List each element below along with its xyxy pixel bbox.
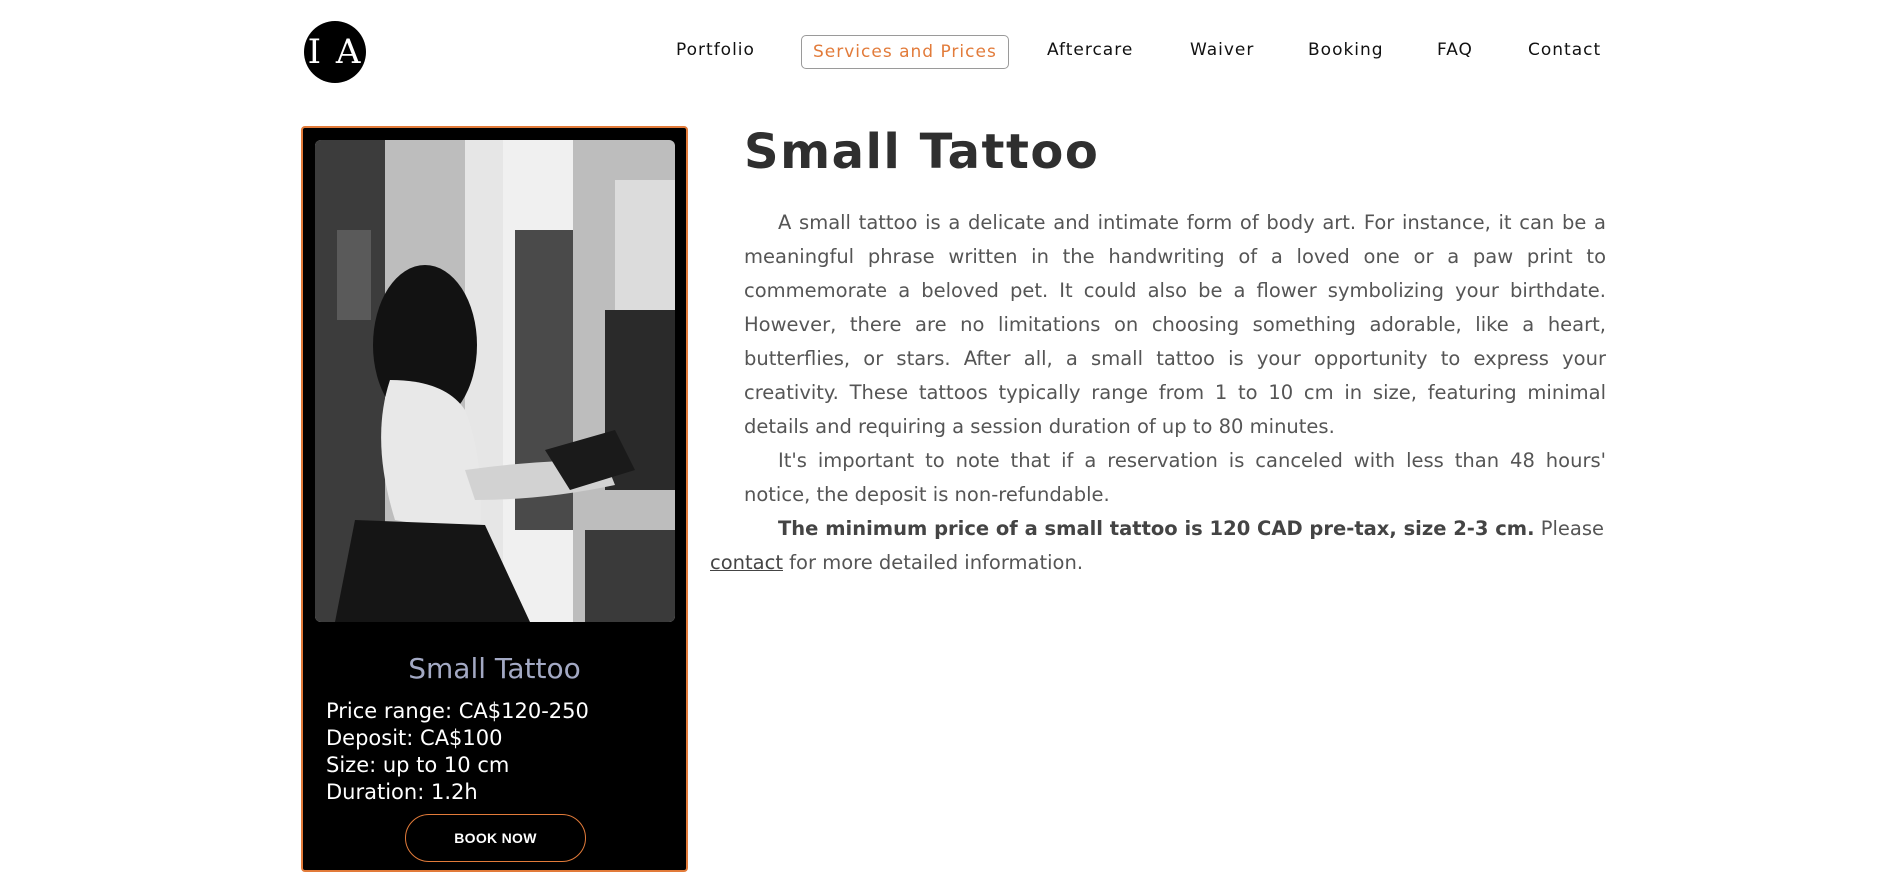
tattoo-artist-photo [315, 140, 675, 622]
pricing-paragraph: The minimum price of a small tattoo is 1… [710, 512, 1606, 580]
nav-faq[interactable]: FAQ [1437, 35, 1473, 65]
more-info-text: for more detailed information. [782, 551, 1084, 574]
nav-contact[interactable]: Contact [1528, 35, 1601, 65]
service-card: Small Tattoo Price range: CA$120-250 Dep… [301, 126, 688, 872]
size: Size: up to 10 cm [326, 753, 510, 777]
service-description: A small tattoo is a delicate and intimat… [710, 206, 1606, 580]
contact-link[interactable]: contact [710, 551, 783, 574]
card-details: Price range: CA$120-250 Deposit: CA$100 … [326, 698, 589, 806]
page-title: Small Tattoo [744, 124, 1100, 180]
photo-illustration [315, 140, 675, 622]
book-now-button[interactable]: BOOK NOW [405, 814, 586, 862]
main-nav: Portfolio Services and Prices Aftercare … [0, 35, 1904, 69]
nav-portfolio[interactable]: Portfolio [676, 35, 755, 65]
description-paragraph: A small tattoo is a delicate and intimat… [744, 211, 1606, 438]
duration: Duration: 1.2h [326, 780, 478, 804]
please-text: Please [1534, 517, 1605, 540]
card-title: Small Tattoo [408, 652, 581, 685]
nav-services-and-prices[interactable]: Services and Prices [801, 35, 1009, 69]
nav-booking[interactable]: Booking [1308, 35, 1384, 65]
deposit: Deposit: CA$100 [326, 726, 503, 750]
nav-aftercare[interactable]: Aftercare [1047, 35, 1133, 65]
minimum-price-text: The minimum price of a small tattoo is 1… [778, 517, 1535, 540]
nav-waiver[interactable]: Waiver [1190, 35, 1254, 65]
price-range: Price range: CA$120-250 [326, 699, 589, 723]
cancellation-paragraph: It's important to note that if a reserva… [744, 449, 1606, 506]
